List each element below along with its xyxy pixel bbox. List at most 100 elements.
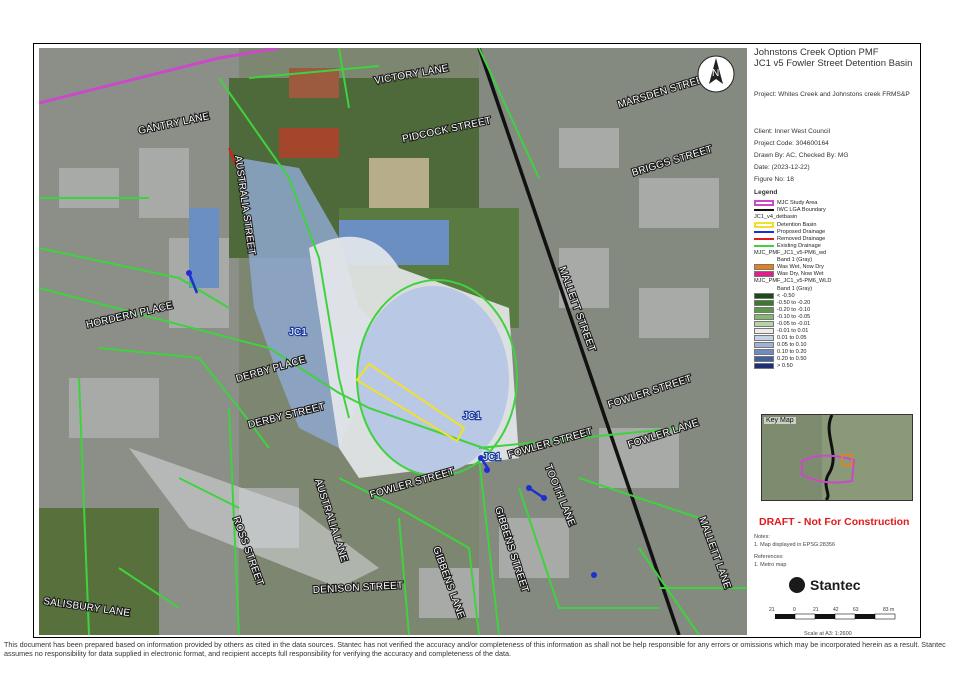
- stantec-logo: Stantec: [789, 577, 861, 593]
- legend-label: MJC_PMF_JC1_v5-PM6_wd: [754, 249, 827, 256]
- legend-label: -0.10 to -0.05: [777, 313, 811, 320]
- jc1-label-b: JC1: [463, 411, 481, 422]
- stantec-logo-icon: [789, 577, 805, 593]
- legend-item: Proposed Drainage: [754, 229, 825, 235]
- info-panel: Johnstons Creek Option PMF JC1 v5 Fowler…: [749, 44, 920, 637]
- legend-item: Existing Drainage: [754, 243, 821, 249]
- legend-label: Band 1 (Gray): [777, 285, 813, 292]
- jc1-label-a: JC1: [289, 327, 307, 338]
- legend-swatch: [754, 264, 774, 270]
- legend-label: Detention Basin: [777, 221, 817, 228]
- legend-item: 0.10 to 0.20: [754, 348, 807, 355]
- company-name: Stantec: [810, 577, 861, 593]
- references-title: References:: [754, 554, 784, 560]
- legend-item: Band 1 (Gray): [777, 286, 812, 292]
- date-field: Date: (2023-12-22): [754, 164, 810, 171]
- disclaimer: This document has been prepared based on…: [4, 640, 946, 658]
- legend-item: -0.01 to 0.01: [754, 327, 809, 334]
- scale-tick-5: 83 m: [883, 607, 894, 613]
- legend-swatch: [754, 271, 774, 277]
- legend-swatch: [754, 237, 774, 240]
- map-view[interactable]: VICTORY LANE MARSDEN STREET GANTRY LANE …: [39, 48, 747, 635]
- legend-item: -0.50 to -0.20: [754, 299, 811, 306]
- legend-label: 0.20 to 0.50: [777, 355, 807, 362]
- references-text: 1. Metro map: [754, 562, 787, 568]
- legend-swatch: [754, 306, 774, 313]
- scale-tick-0: 21: [769, 607, 775, 613]
- legend-item: Was Wet, Now Dry: [754, 264, 824, 270]
- legend-item: 0.01 to 0.05: [754, 334, 807, 341]
- legend-swatch: [754, 200, 774, 206]
- legend-item: Detention Basin: [754, 221, 817, 228]
- drawn-by-field: Drawn By: AC, Checked By: MG: [754, 152, 849, 159]
- legend-item: Removed Drainage: [754, 236, 825, 242]
- legend-item: Band 1 (Gray): [777, 257, 812, 263]
- legend-label: MJC Study Area: [777, 200, 818, 206]
- legend-swatch: [754, 313, 774, 320]
- legend-swatch: [754, 209, 774, 211]
- scale-tick-3: 42: [833, 607, 839, 613]
- legend-swatch: [754, 230, 774, 233]
- scale-tick-1: 0: [793, 607, 796, 613]
- jc1-label-c: JC1: [483, 452, 501, 463]
- legend-item: Was Dry, Now Wet: [754, 271, 824, 277]
- legend-swatch: [754, 334, 774, 341]
- legend-label: < -0.50: [777, 292, 795, 299]
- legend-item: 0.20 to 0.50: [754, 355, 807, 362]
- legend-swatch: [754, 355, 774, 362]
- legend-label: 0.10 to 0.20: [777, 348, 807, 355]
- legend-label: MJC_PMF_JC1_v5-PM6_WLD: [754, 278, 832, 284]
- legend-label: Removed Drainage: [777, 235, 826, 242]
- north-arrow-icon: N: [697, 55, 735, 93]
- key-map[interactable]: Key Map: [761, 414, 913, 501]
- legend-swatch: [754, 320, 774, 327]
- legend-item: -0.05 to -0.01: [754, 320, 810, 327]
- north-label: N: [712, 68, 719, 79]
- legend-swatch: [754, 292, 774, 299]
- map-canvas[interactable]: VICTORY LANE MARSDEN STREET GANTRY LANE …: [39, 48, 747, 635]
- map-title: Johnstons Creek Option PMF JC1 v5 Fowler…: [754, 47, 912, 69]
- legend-label: IWC LGA Boundary: [777, 207, 826, 213]
- legend-label: 0.01 to 0.05: [777, 334, 807, 341]
- scale-tick-4: 63: [853, 607, 859, 613]
- legend-swatch: [754, 362, 774, 369]
- legend-item: < -0.50: [754, 292, 795, 299]
- legend-label: JC1_v4_detbasin: [754, 214, 798, 220]
- legend-label: Band 1 (Gray): [777, 257, 813, 263]
- legend-label: > 0.50: [777, 362, 793, 369]
- legend-label: Was Wet, Now Dry: [777, 264, 824, 270]
- legend-swatch: [754, 327, 774, 334]
- legend-item: IWC LGA Boundary: [754, 207, 826, 213]
- legend-swatch: [754, 244, 774, 247]
- draft-notice: DRAFT - Not For Construction: [759, 516, 910, 528]
- legend-label: -0.50 to -0.20: [777, 299, 811, 306]
- legend-item: > 0.50: [754, 362, 793, 369]
- legend-swatch: [754, 299, 774, 306]
- legend-label: -0.20 to -0.10: [777, 306, 811, 313]
- key-map-canvas: [762, 415, 912, 500]
- figure-number-field: Figure No: 18: [754, 176, 794, 183]
- sports-court: [369, 158, 429, 208]
- scale-tick-2: 21: [813, 607, 819, 613]
- project-code-field: Project Code: 304600164: [754, 140, 829, 147]
- red-roof: [279, 128, 339, 158]
- legend-label: -0.01 to 0.01: [777, 327, 809, 334]
- legend-item: MJC_PMF_JC1_v5-PM6_WLD: [754, 278, 831, 284]
- legend-item: -0.10 to -0.05: [754, 313, 811, 320]
- key-map-label: Key Map: [764, 417, 796, 424]
- legend-label: Existing Drainage: [777, 242, 821, 249]
- legend-item: MJC_PMF_JC1_v5-PM6_wd: [754, 250, 826, 256]
- client-field: Client: Inner West Council: [754, 128, 831, 135]
- legend-item: 0.05 to 0.10: [754, 341, 807, 348]
- legend-swatch: [754, 221, 774, 228]
- notes-text: 1. Map displayed in EPSG:28356: [754, 542, 836, 548]
- legend-title: Legend: [754, 189, 778, 196]
- legend-swatch: [754, 341, 774, 348]
- legend-item: MJC Study Area: [754, 200, 817, 206]
- title-line-1: Johnstons Creek Option PMF: [754, 47, 879, 58]
- legend-item: -0.20 to -0.10: [754, 306, 811, 313]
- legend-label: Proposed Drainage: [777, 228, 826, 235]
- scale-text: Scale at A3: 1:2600: [804, 631, 852, 637]
- scale-bar: 21 0 21 42 63 83 m: [769, 607, 896, 620]
- legend-label: 0.05 to 0.10: [777, 341, 807, 348]
